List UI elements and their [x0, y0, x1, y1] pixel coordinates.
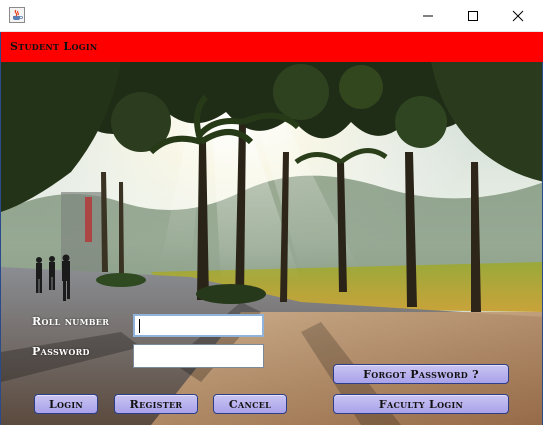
forgot-password-button[interactable]: Forgot Password ? — [333, 364, 509, 384]
login-button[interactable]: Login — [34, 394, 98, 414]
faculty-login-button[interactable]: Faculty Login — [333, 394, 509, 414]
password-label: Password — [32, 345, 90, 358]
close-icon[interactable] — [495, 0, 541, 32]
cancel-button[interactable]: Cancel — [213, 394, 287, 414]
minimize-icon[interactable] — [405, 0, 451, 32]
header-bar: Student Login — [0, 32, 543, 62]
text-caret — [139, 319, 140, 333]
roll-number-label: Roll number — [32, 315, 110, 328]
register-button[interactable]: Register — [114, 394, 198, 414]
password-input[interactable] — [133, 344, 264, 368]
java-cup-icon — [9, 7, 25, 23]
window-titlebar — [0, 0, 543, 32]
page-title: Student Login — [10, 40, 98, 53]
maximize-icon[interactable] — [450, 0, 496, 32]
roll-number-input[interactable] — [133, 314, 264, 337]
